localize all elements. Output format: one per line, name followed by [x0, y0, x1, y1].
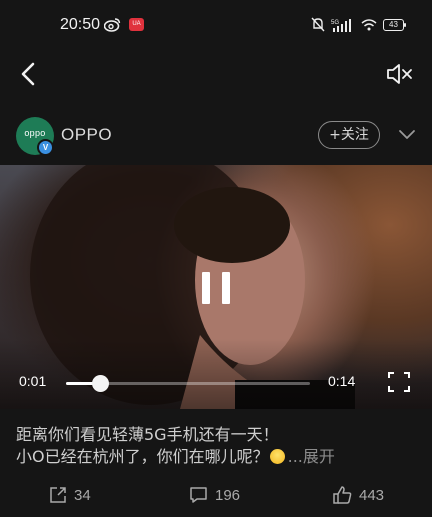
- signal-icon: 5G: [331, 18, 351, 32]
- battery-icon: 43: [383, 18, 406, 31]
- network-label: 5G: [331, 20, 339, 26]
- expand-link[interactable]: ...展开: [288, 447, 335, 466]
- avatar-logo-text: oppo: [24, 128, 46, 138]
- like-count: 443: [359, 486, 385, 504]
- follow-button[interactable]: +关注: [318, 121, 380, 149]
- mute-notification-icon: [311, 17, 325, 32]
- like-button[interactable]: 443: [333, 482, 384, 508]
- thumbs-up-icon: [333, 486, 352, 504]
- post-text-line-2-body: 小O已经在杭州了，你们在哪儿呢？: [16, 447, 269, 466]
- mute-toggle-button[interactable]: [386, 62, 414, 86]
- post-text-line-2: 小O已经在杭州了，你们在哪儿呢？ ...展开: [16, 446, 421, 468]
- fullscreen-icon[interactable]: [388, 372, 410, 392]
- action-bar: 34 196 443: [0, 482, 432, 508]
- app-badge-icon: UA: [129, 18, 144, 31]
- status-bar: 20:50 UA 5G 43: [0, 0, 432, 48]
- system-icons: 5G 43: [311, 17, 406, 32]
- repost-icon: [50, 487, 66, 503]
- weibo-icon: [104, 18, 121, 32]
- post-text: 距离你们看见轻薄5G手机还有一天！ 小O已经在杭州了，你们在哪儿呢？ ...展开: [16, 424, 421, 468]
- wifi-icon: [361, 19, 377, 31]
- account-name[interactable]: OPPO: [61, 125, 112, 145]
- video-overlay-gradient: [0, 339, 432, 409]
- chevron-down-icon[interactable]: [398, 127, 416, 141]
- clock: 20:50: [60, 16, 101, 33]
- comment-button[interactable]: 196: [189, 482, 240, 508]
- repost-button[interactable]: 34: [49, 482, 91, 508]
- verified-badge-icon: V: [37, 139, 54, 156]
- smile-emoji-icon: [269, 449, 285, 464]
- current-time: 0:01: [19, 373, 47, 389]
- total-time: 0:14: [328, 373, 356, 389]
- pause-button[interactable]: [201, 272, 231, 304]
- repost-count: 34: [74, 486, 91, 504]
- back-button[interactable]: [14, 60, 42, 88]
- comment-count: 196: [215, 486, 241, 504]
- video-player[interactable]: 0:01 0:14: [0, 165, 432, 409]
- comment-icon: [190, 487, 207, 503]
- post-text-line-1: 距离你们看见轻薄5G手机还有一天！: [16, 425, 279, 444]
